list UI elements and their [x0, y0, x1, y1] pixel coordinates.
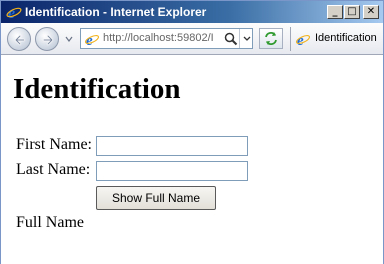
compatibility-refresh-button[interactable]: [259, 28, 283, 49]
forward-arrow-icon: [42, 34, 54, 46]
url-text[interactable]: http://localhost:59802/I: [103, 32, 229, 44]
last-name-field[interactable]: [96, 161, 248, 181]
address-dropdown-button[interactable]: [239, 29, 253, 48]
history-dropdown-icon[interactable]: [65, 35, 73, 43]
chevron-down-icon: [243, 36, 251, 41]
last-name-label: Last Name:: [16, 161, 91, 178]
close-button[interactable]: ✕: [363, 5, 379, 19]
address-bar[interactable]: e http://localhost:59802/I: [80, 28, 253, 49]
svg-text:e: e: [86, 33, 93, 47]
tab-label: Identification: [315, 32, 377, 44]
title-bar[interactable]: e Identification - Internet Explorer _ □…: [1, 1, 383, 23]
maximize-button[interactable]: □: [344, 5, 360, 19]
full-name-output: Full Name: [16, 214, 84, 231]
browser-window: e Identification - Internet Explorer _ □…: [0, 0, 384, 264]
internet-explorer-page-icon: e: [295, 33, 311, 47]
window-title: Identification - Internet Explorer: [25, 5, 207, 19]
search-icon[interactable]: [224, 32, 238, 46]
forward-button[interactable]: [35, 27, 59, 51]
internet-explorer-page-icon: e: [84, 33, 100, 47]
minimize-button[interactable]: _: [327, 5, 343, 19]
refresh-arrows-icon: [265, 32, 277, 45]
page-content: Identification First Name: Last Name: Sh…: [1, 56, 383, 264]
navigation-toolbar: e http://localhost:59802/I e Identificat…: [1, 23, 383, 55]
page-title: Identification: [13, 73, 181, 105]
tab-identification[interactable]: e Identification: [290, 27, 383, 51]
show-full-name-button[interactable]: Show Full Name: [96, 186, 216, 210]
back-arrow-icon: [14, 34, 26, 46]
internet-explorer-icon: e: [6, 5, 22, 20]
first-name-field[interactable]: [96, 136, 248, 156]
back-button[interactable]: [7, 27, 31, 51]
svg-text:e: e: [297, 33, 304, 47]
first-name-label: First Name:: [16, 136, 92, 153]
